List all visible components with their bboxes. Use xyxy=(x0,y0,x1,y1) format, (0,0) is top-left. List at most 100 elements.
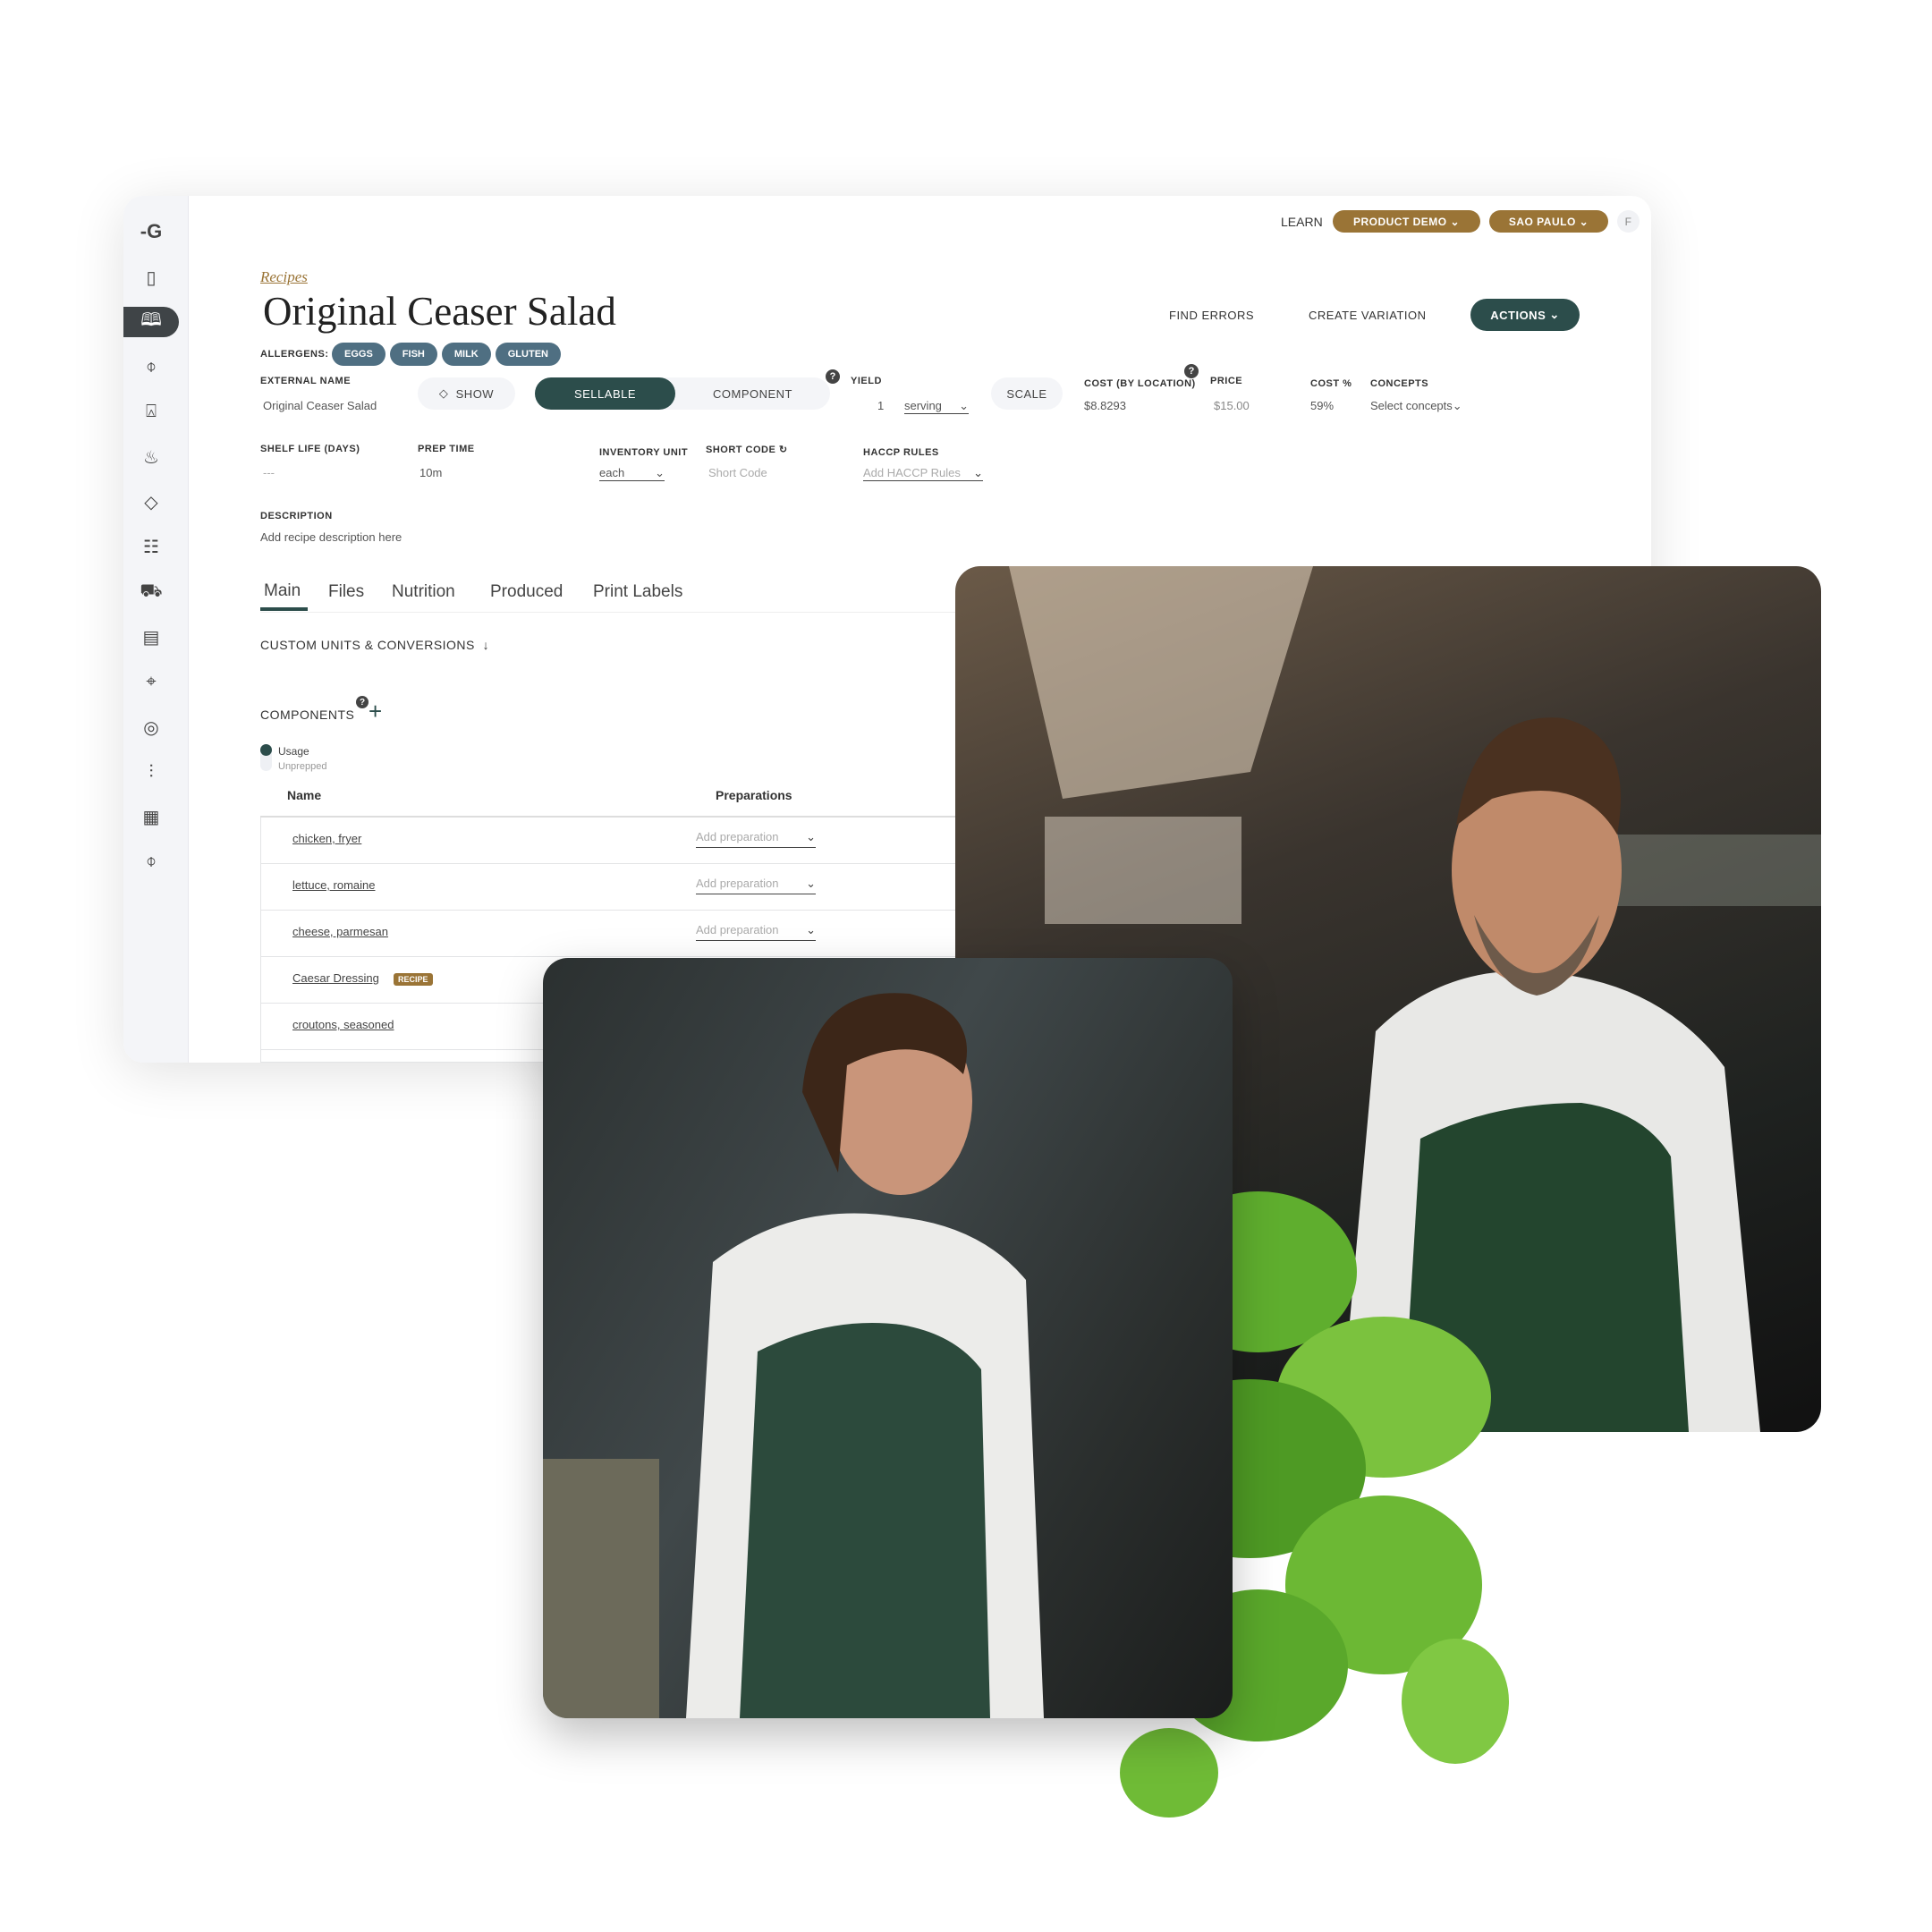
custom-units-toggle[interactable]: CUSTOM UNITS & CONVERSIONS ↓ xyxy=(260,638,489,652)
sliders-icon[interactable]: ⫶ xyxy=(123,757,179,787)
recipe-book-icon[interactable]: 🕮 xyxy=(123,307,179,337)
cart-icon[interactable]: ⛟ xyxy=(123,577,179,607)
components-title: COMPONENTS xyxy=(260,708,355,722)
component-option[interactable]: COMPONENT xyxy=(675,377,830,410)
tab-nutrition[interactable]: Nutrition xyxy=(392,582,455,602)
logo-icon: -G xyxy=(140,220,163,242)
chevron-down-icon: ⌄ xyxy=(806,830,816,843)
actions-button[interactable]: ACTIONS ⌄ xyxy=(1470,299,1580,331)
active-tab-indicator xyxy=(260,607,308,611)
haccp-placeholder: Add HACCP Rules xyxy=(863,466,961,479)
shelf-life-label: SHELF LIFE (DAYS) xyxy=(260,444,360,454)
chef-icon[interactable]: ♨ xyxy=(123,442,179,472)
yield-unit-value: serving xyxy=(904,399,942,412)
allergen-chip[interactable]: MILK xyxy=(441,343,491,366)
breadcrumb-recipes[interactable]: Recipes xyxy=(260,268,308,286)
avatar[interactable]: F xyxy=(1617,210,1640,233)
product-demo-label: PRODUCT DEMO xyxy=(1352,215,1447,228)
component-link[interactable]: lettuce, romaine xyxy=(292,878,376,892)
bottles-icon[interactable]: ⍓ xyxy=(123,396,179,427)
allergen-chip[interactable]: GLUTEN xyxy=(495,343,561,366)
prep-time-input[interactable]: 10m xyxy=(419,466,442,479)
inventory-unit-select[interactable]: each ⌄ xyxy=(599,466,665,481)
help-icon[interactable]: ? xyxy=(826,369,840,384)
tab-produced[interactable]: Produced xyxy=(490,582,563,602)
tag-icon: ◇ xyxy=(438,386,456,400)
short-code-label-text: SHORT CODE xyxy=(706,445,776,455)
preparation-placeholder: Add preparation xyxy=(696,923,779,936)
sellable-component-toggle: SELLABLE COMPONENT xyxy=(535,377,830,410)
preparation-placeholder: Add preparation xyxy=(696,877,779,890)
concepts-select[interactable]: Select concepts⌄ xyxy=(1370,399,1462,413)
chef-woman-photo xyxy=(543,958,1233,1718)
preparation-select[interactable]: Add preparation ⌄ xyxy=(696,877,816,894)
page-title: Original Ceaser Salad xyxy=(263,289,616,334)
clipboard-icon[interactable]: ▯ xyxy=(123,262,179,292)
column-name: Name xyxy=(287,788,322,802)
tab-print-labels[interactable]: Print Labels xyxy=(593,582,682,602)
component-link[interactable]: Caesar Dressing xyxy=(292,971,379,985)
sellable-option[interactable]: SELLABLE xyxy=(535,377,675,410)
price-label: PRICE xyxy=(1210,376,1243,386)
chevron-down-icon: ⌄ xyxy=(655,466,665,479)
cost-label: COST (BY LOCATION) xyxy=(1084,378,1196,389)
ingredient-icon[interactable]: ⌽ xyxy=(123,352,179,382)
actions-label: ACTIONS xyxy=(1490,308,1546,322)
location-label: SAO PAULO xyxy=(1508,215,1576,228)
price-input[interactable]: $15.00 xyxy=(1214,399,1250,412)
dish-icon[interactable]: ◎ xyxy=(123,712,179,742)
yield-unit-select[interactable]: serving ⌄ xyxy=(904,399,969,414)
product-demo-dropdown[interactable]: PRODUCT DEMO ⌄ xyxy=(1333,210,1480,233)
inventory-unit-label: INVENTORY UNIT xyxy=(599,447,689,458)
description-input[interactable]: Add recipe description here xyxy=(260,530,402,544)
preparation-select[interactable]: Add preparation ⌄ xyxy=(696,830,816,848)
show-button[interactable]: ◇ SHOW xyxy=(418,377,515,410)
table-row: chicken, fryer Add preparation ⌄ xyxy=(260,818,1065,864)
preparation-select[interactable]: Add preparation ⌄ xyxy=(696,923,816,941)
tab-divider xyxy=(260,612,1065,613)
concepts-label: CONCEPTS xyxy=(1370,378,1429,389)
calendar-icon[interactable]: ▦ xyxy=(123,801,179,832)
external-name-input[interactable]: Original Ceaser Salad xyxy=(263,399,377,412)
help-icon[interactable]: ? xyxy=(356,696,369,708)
chef-woman-illustration xyxy=(543,993,1044,1718)
leaf-icon[interactable]: ⌽ xyxy=(123,846,179,877)
chevron-down-icon: ⌄ xyxy=(1452,399,1462,412)
shelf-life-input[interactable]: --- xyxy=(263,466,275,479)
tag-icon[interactable]: ◇ xyxy=(123,487,179,517)
concepts-placeholder: Select concepts xyxy=(1370,399,1453,412)
find-errors-button[interactable]: FIND ERRORS xyxy=(1169,309,1254,322)
chevron-down-icon: ⌄ xyxy=(806,877,816,890)
help-icon[interactable]: ? xyxy=(1184,364,1199,378)
cost-pct-label: COST % xyxy=(1310,378,1352,389)
component-link[interactable]: croutons, seasoned xyxy=(292,1018,394,1031)
chevron-down-icon: ⌄ xyxy=(806,923,816,936)
chevron-down-icon: ⌄ xyxy=(959,399,969,412)
prep-time-label: PREP TIME xyxy=(418,444,475,454)
create-variation-button[interactable]: CREATE VARIATION xyxy=(1309,309,1427,322)
short-code-input[interactable]: Short Code xyxy=(708,466,767,479)
legend-usage: Usage xyxy=(278,745,309,758)
scale-button[interactable]: SCALE xyxy=(991,377,1063,410)
component-link[interactable]: cheese, parmesan xyxy=(292,925,388,938)
add-component-icon[interactable]: + xyxy=(369,699,382,723)
document-icon[interactable]: ▤ xyxy=(123,622,179,652)
cost-pct-value: 59% xyxy=(1310,399,1335,412)
location-icon[interactable]: ⌖ xyxy=(123,666,179,697)
recipe-badge: RECIPE xyxy=(394,973,433,986)
short-code-label: SHORT CODE ↻ xyxy=(706,444,788,455)
usage-toggle[interactable] xyxy=(260,744,272,771)
yield-qty[interactable]: 1 xyxy=(877,399,884,412)
allergen-chip[interactable]: FISH xyxy=(389,343,437,366)
location-dropdown[interactable]: SAO PAULO ⌄ xyxy=(1489,210,1608,233)
inventory-unit-value: each xyxy=(599,466,625,479)
component-link[interactable]: chicken, fryer xyxy=(292,832,361,845)
checklist-icon[interactable]: ☷ xyxy=(123,531,179,562)
learn-link[interactable]: LEARN xyxy=(1281,215,1323,229)
haccp-select[interactable]: Add HACCP Rules ⌄ xyxy=(863,466,983,481)
tab-main[interactable]: Main xyxy=(264,581,301,601)
allergen-chip[interactable]: EGGS xyxy=(332,343,386,366)
refresh-icon[interactable]: ↻ xyxy=(779,445,788,455)
tab-files[interactable]: Files xyxy=(328,582,364,602)
external-name-label: EXTERNAL NAME xyxy=(260,376,352,386)
